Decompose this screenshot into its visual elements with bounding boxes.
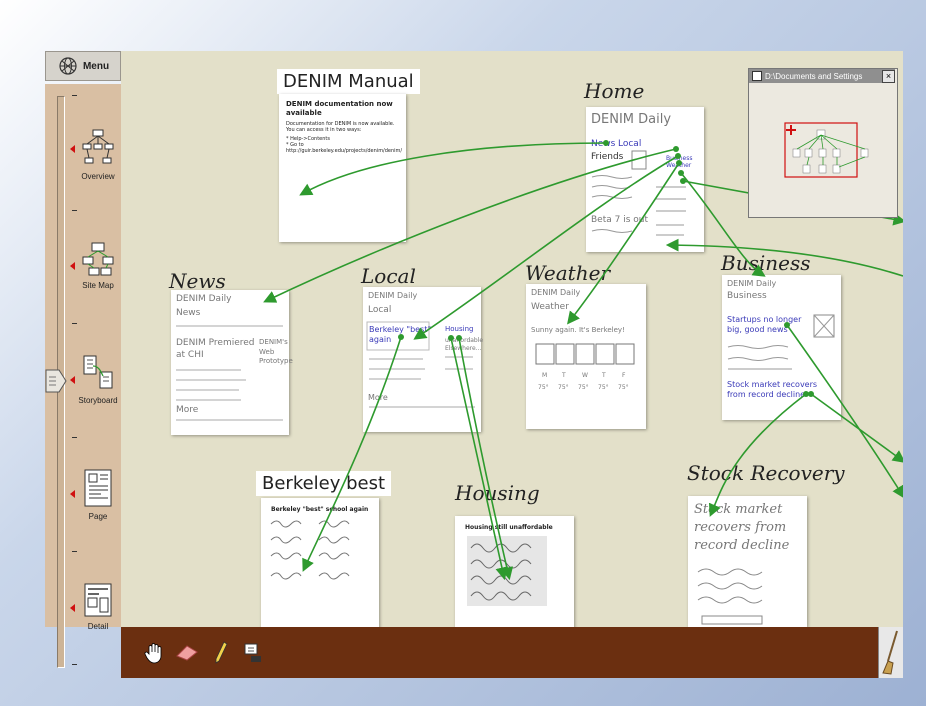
page-label-housing[interactable]: Housing bbox=[455, 481, 540, 505]
page-card-housing[interactable]: Housing still unaffordable bbox=[455, 516, 574, 627]
window-icon bbox=[752, 71, 762, 81]
menu-button[interactable]: Menu bbox=[45, 51, 121, 81]
page-card-denim-manual[interactable]: DENIM documentation now available Docume… bbox=[279, 94, 406, 242]
radar-title: D:\Documents and Settings bbox=[765, 71, 863, 81]
page-card-berkeley-best[interactable]: Berkeley "best" school again bbox=[261, 498, 379, 627]
zoom-marker-icon bbox=[70, 490, 75, 498]
eraser-icon bbox=[176, 645, 198, 661]
page-label-stock-recovery[interactable]: Stock Recovery bbox=[687, 461, 845, 485]
zoom-marker-icon bbox=[70, 262, 75, 270]
zoom-level-page[interactable]: Page bbox=[76, 468, 120, 521]
sketch-scribbles bbox=[727, 314, 835, 370]
slider-tick bbox=[72, 323, 77, 324]
slider-tick bbox=[72, 437, 77, 438]
page-label-home[interactable]: Home bbox=[584, 79, 644, 103]
sketch-scribbles bbox=[467, 536, 547, 606]
detail-icon bbox=[84, 583, 112, 617]
zoom-level-overview[interactable]: Overview bbox=[76, 128, 120, 181]
zoom-marker-icon bbox=[70, 604, 75, 612]
page-label-berkeley-best[interactable]: Berkeley best bbox=[256, 471, 392, 496]
menu-label: Menu bbox=[82, 60, 110, 72]
storyboard-icon bbox=[83, 355, 113, 389]
page-card-home[interactable]: DENIM Daily News Local Friends Business … bbox=[586, 107, 704, 252]
insert-component-tool[interactable] bbox=[241, 641, 265, 665]
globe-icon bbox=[59, 57, 77, 75]
radar-overview-window[interactable]: D:\Documents and Settings × bbox=[748, 68, 898, 218]
overview-icon bbox=[82, 129, 114, 164]
zoom-marker-icon bbox=[70, 145, 75, 153]
zoom-marker-icon bbox=[70, 376, 75, 384]
sketch-scribbles bbox=[697, 568, 763, 625]
slider-tick bbox=[72, 551, 77, 552]
hand-icon bbox=[144, 643, 162, 664]
zoom-level-detail[interactable]: Detail bbox=[76, 582, 120, 631]
zoom-level-storyboard[interactable]: Storyboard bbox=[76, 354, 120, 405]
sketch-scribbles bbox=[366, 321, 475, 408]
pencil-icon bbox=[215, 641, 228, 664]
page-card-business[interactable]: DENIM Daily Business Startups no longer … bbox=[722, 275, 841, 420]
page-label-business[interactable]: Business bbox=[721, 251, 810, 275]
trash-tool[interactable] bbox=[878, 627, 903, 678]
sketch-scribbles bbox=[176, 325, 283, 421]
slider-tick bbox=[72, 664, 77, 665]
sketch-scribbles bbox=[270, 520, 350, 580]
page-label-weather[interactable]: Weather bbox=[525, 261, 610, 285]
radar-minimap bbox=[784, 122, 869, 178]
component-icon bbox=[244, 643, 261, 662]
broom-icon bbox=[882, 630, 898, 675]
sketch-scribbles bbox=[591, 150, 686, 236]
zoom-slider-thumb[interactable] bbox=[45, 369, 67, 393]
zoom-level-site-map[interactable]: Site Map bbox=[76, 241, 120, 290]
hand-tool[interactable] bbox=[143, 641, 167, 665]
page-card-weather[interactable]: DENIM Daily Weather Sunny again. It's Be… bbox=[526, 284, 646, 429]
page-icon bbox=[84, 469, 112, 507]
page-label-denim-manual[interactable]: DENIM Manual bbox=[277, 69, 420, 94]
tool-bar bbox=[121, 627, 903, 678]
forecast-boxes bbox=[535, 343, 635, 365]
page-label-local[interactable]: Local bbox=[361, 264, 416, 288]
page-card-local[interactable]: DENIM Daily Local Berkeley "best" again … bbox=[363, 287, 483, 432]
radar-title-bar[interactable]: D:\Documents and Settings bbox=[749, 69, 895, 83]
pencil-tool[interactable] bbox=[209, 641, 233, 665]
close-button[interactable]: × bbox=[882, 70, 895, 83]
page-card-news[interactable]: DENIM Daily News DENIM Premiered at CHI … bbox=[171, 290, 293, 435]
slider-tick bbox=[72, 95, 77, 96]
site-map-icon bbox=[82, 242, 114, 276]
slider-tick bbox=[72, 210, 77, 211]
page-card-stock-recovery[interactable]: Stock market recovers from record declin… bbox=[688, 496, 807, 627]
eraser-tool[interactable] bbox=[175, 641, 199, 665]
